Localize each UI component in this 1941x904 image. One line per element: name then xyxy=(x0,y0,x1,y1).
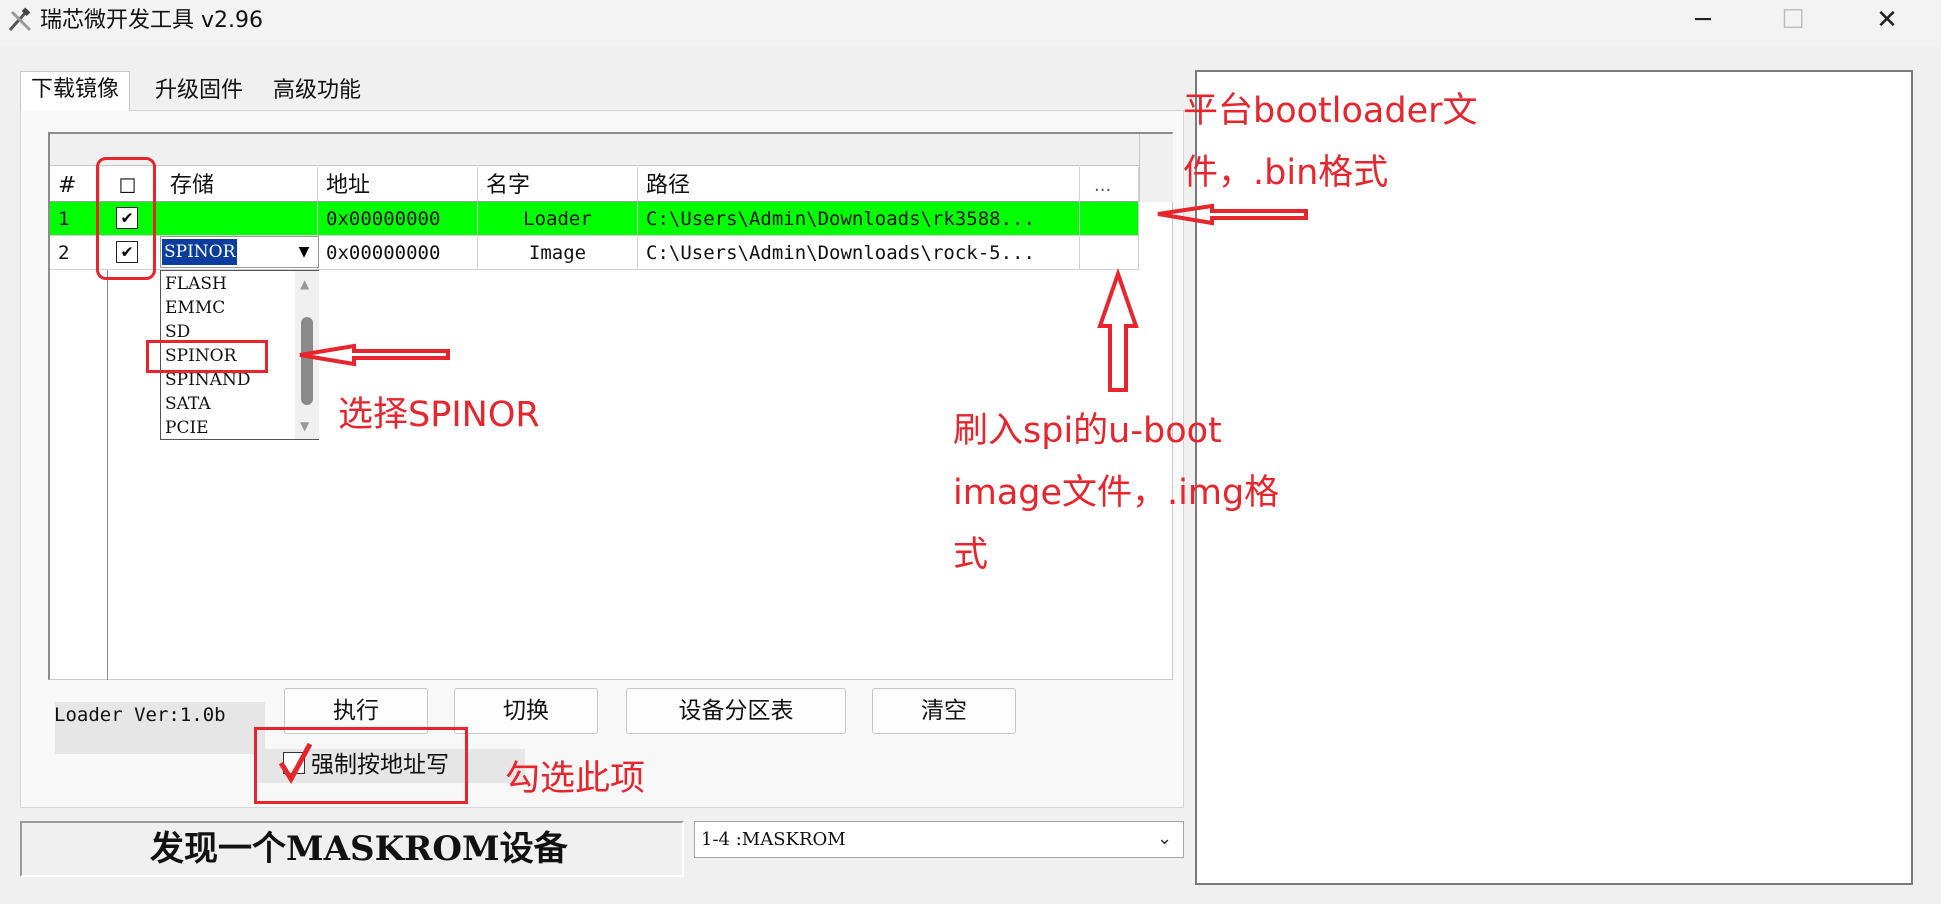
row-address[interactable]: 0x00000000 xyxy=(318,236,478,270)
row-name: Loader xyxy=(478,202,638,236)
grid-header: # ☐ 存储 地址 名字 路径 ... xyxy=(50,167,1139,202)
grid-top-bar xyxy=(50,134,1173,166)
dropdown-scrollbar[interactable]: ▲ ▼ xyxy=(295,271,319,439)
close-icon: ✕ xyxy=(1876,5,1898,35)
row-index: 1 xyxy=(50,202,100,236)
annotation-image-line2: image文件，.img格 xyxy=(953,473,1280,513)
annotation-select-spinor: 选择SPINOR xyxy=(338,395,540,435)
window-edge xyxy=(1925,46,1941,904)
tab-download-image[interactable]: 下载镜像 xyxy=(20,71,131,111)
header-more: ... xyxy=(1080,167,1139,202)
row-more[interactable] xyxy=(1080,202,1139,236)
maximize-icon: ☐ xyxy=(1781,5,1805,35)
chevron-down-icon[interactable]: ⌄ xyxy=(1157,828,1172,849)
loader-version: Loader Ver:1.0b xyxy=(54,704,226,726)
row-more[interactable] xyxy=(1080,236,1139,270)
status-message: 发现一个MASKROM设备 xyxy=(150,829,568,869)
header-name: 名字 xyxy=(478,167,638,202)
minimize-icon: ─ xyxy=(1695,5,1711,35)
minimize-button[interactable]: ─ xyxy=(1672,0,1734,40)
maximize-button[interactable]: ☐ xyxy=(1762,0,1824,40)
annotation-image-line3: 式 xyxy=(953,535,989,575)
partition-table-button[interactable]: 设备分区表 xyxy=(626,688,846,734)
tab-upgrade-firmware[interactable]: 升级固件 xyxy=(145,73,253,111)
tab-advanced[interactable]: 高级功能 xyxy=(263,73,371,111)
grid-corner xyxy=(1139,134,1173,202)
annotation-checkbox-box xyxy=(96,157,156,280)
storage-option-sata[interactable]: SATA xyxy=(165,393,211,417)
header-address: 地址 xyxy=(318,167,478,202)
storage-option-flash[interactable]: FLASH xyxy=(165,273,227,297)
scroll-up-icon[interactable]: ▲ xyxy=(300,277,309,291)
header-path: 路径 xyxy=(638,167,1080,202)
chevron-down-icon[interactable]: ▼ xyxy=(290,237,318,267)
annotation-image-line1: 刷入spi的u-boot xyxy=(953,411,1222,451)
device-select[interactable]: 1-4 :MASKROM ⌄ xyxy=(694,821,1184,858)
window-title: 瑞芯微开发工具 v2.96 xyxy=(40,8,263,33)
annotation-bootloader-line2: 件，.bin格式 xyxy=(1183,153,1389,193)
storage-option-pcie[interactable]: PCIE xyxy=(165,417,209,441)
header-index: # xyxy=(50,167,100,202)
scroll-down-icon[interactable]: ▼ xyxy=(300,419,309,433)
scrollbar-thumb[interactable] xyxy=(301,317,313,405)
annotation-check-this: 勾选此项 xyxy=(505,759,646,799)
row-index: 2 xyxy=(50,236,100,270)
storage-selected-value: SPINOR xyxy=(162,239,238,265)
row-name: Image xyxy=(478,236,638,270)
clear-button[interactable]: 清空 xyxy=(872,688,1016,734)
device-select-value: 1-4 :MASKROM xyxy=(701,829,846,850)
switch-button[interactable]: 切换 xyxy=(454,688,598,734)
storage-combobox[interactable]: SPINOR ▼ xyxy=(160,236,319,268)
annotation-force-box xyxy=(254,727,468,804)
storage-option-emmc[interactable]: EMMC xyxy=(165,297,225,321)
row-storage[interactable] xyxy=(156,202,318,236)
title-bar: 瑞芯微开发工具 v2.96 ─ ☐ ✕ xyxy=(0,0,1941,46)
close-button[interactable]: ✕ xyxy=(1856,0,1918,40)
table-row[interactable]: 1 ✔ 0x00000000 Loader C:\Users\Admin\Dow… xyxy=(50,202,1139,236)
row-address[interactable]: 0x00000000 xyxy=(318,202,478,236)
row-path[interactable]: C:\Users\Admin\Downloads\rk3588... xyxy=(638,202,1080,236)
annotation-spinor-box xyxy=(146,340,268,373)
header-storage: 存储 xyxy=(156,167,318,202)
annotation-bootloader-line1: 平台bootloader文 xyxy=(1183,91,1478,131)
row-path[interactable]: C:\Users\Admin\Downloads\rock-5... xyxy=(638,236,1080,270)
tools-icon xyxy=(8,7,32,32)
